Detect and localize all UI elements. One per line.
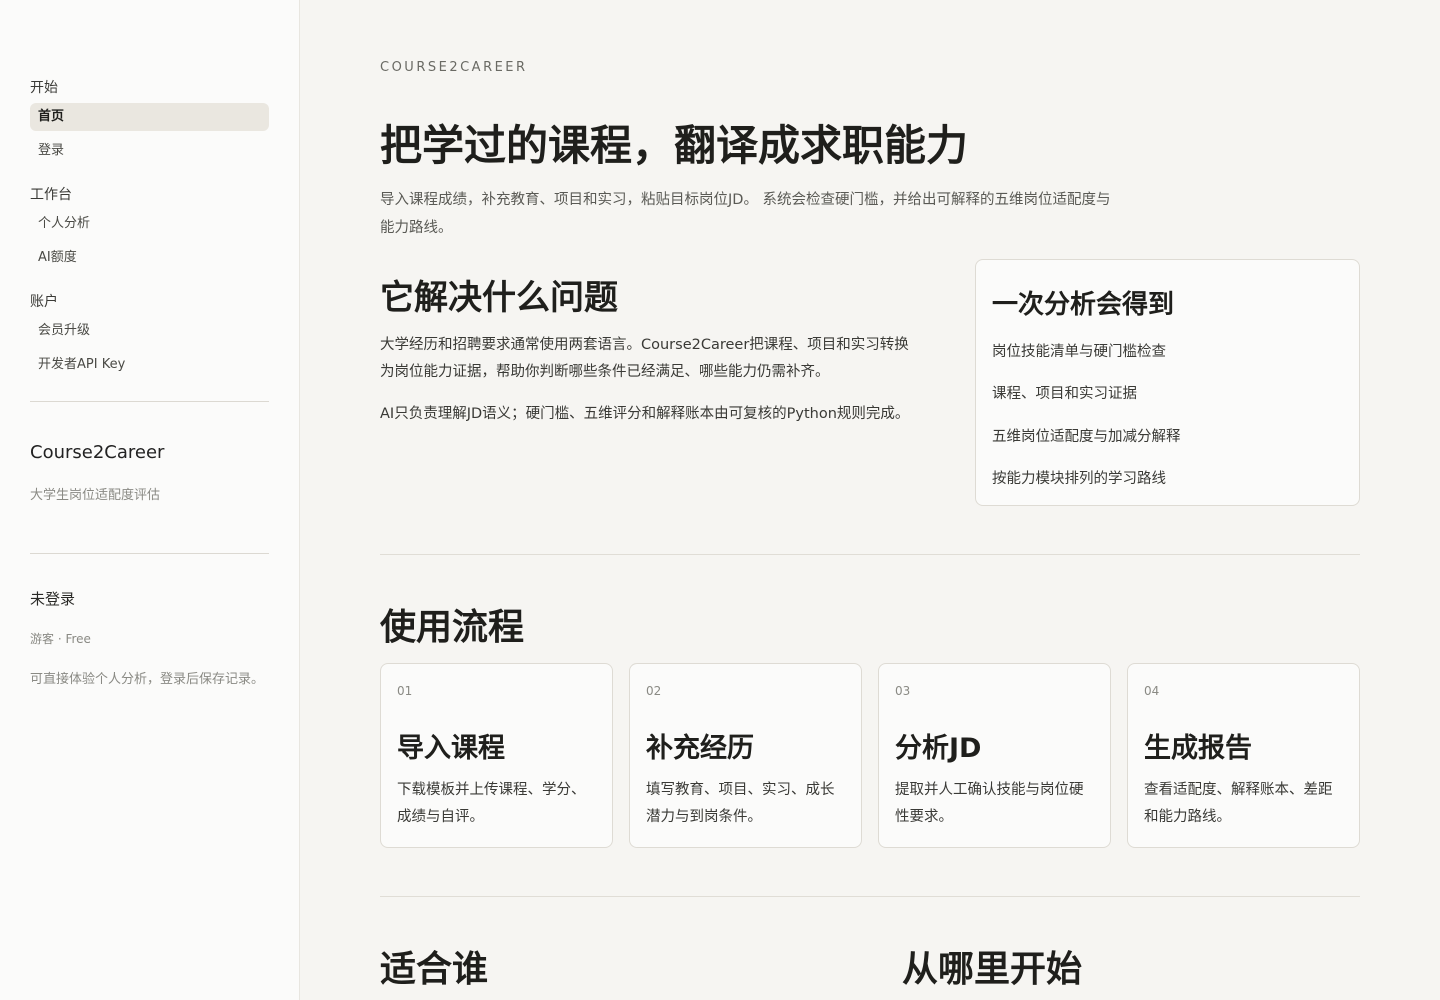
brand-subtitle: 大学生岗位适配度评估 — [30, 488, 161, 503]
outcome-item: 五维岗位适配度与加减分解释 — [992, 429, 1181, 445]
section-divider — [380, 896, 1360, 897]
sidebar-divider — [30, 553, 269, 554]
step-description: 提取并人工确认技能与岗位硬性要求。 — [895, 782, 1084, 825]
sidebar-divider — [30, 401, 269, 402]
outcome-item: 课程、项目和实习证据 — [992, 386, 1137, 402]
hero-description: 导入课程成绩，补充教育、项目和实习，粘贴目标岗位JD。 系统会检查硬门槛，并给出… — [380, 192, 1111, 236]
nav-item-membership-upgrade[interactable]: 会员升级 — [30, 317, 269, 345]
audience-title: 适合谁 — [380, 949, 489, 990]
nav-item-personal-analysis[interactable]: 个人分析 — [30, 210, 269, 238]
step-description: 下载模板并上传课程、学分、成绩与自评。 — [397, 782, 586, 825]
step-number: 03 — [895, 684, 911, 698]
sidebar: 开始 首页 登录 工作台 个人分析 AI额度 账户 会员升级 开发者API Ke… — [0, 0, 300, 1000]
hero-title: 把学过的课程，翻译成求职能力 — [380, 121, 969, 170]
getting-started-title: 从哪里开始 — [902, 949, 1083, 990]
nav-section-workspace: 工作台 — [30, 187, 72, 203]
problem-paragraph: AI只负责理解JD语义；硬门槛、五维评分和解释账本由可复核的Python规则完成… — [380, 406, 910, 422]
brand-name: Course2Career — [30, 442, 165, 463]
nav-item-login[interactable]: 登录 — [30, 137, 269, 165]
step-number: 01 — [397, 684, 413, 698]
main-content: COURSE2CAREER 把学过的课程，翻译成求职能力 导入课程成绩，补充教育… — [300, 0, 1440, 1000]
step-number: 04 — [1144, 684, 1160, 698]
problem-paragraph: 大学经历和招聘要求通常使用两套语言。Course2Career把课程、项目和实习… — [380, 337, 909, 380]
hero-eyebrow: COURSE2CAREER — [380, 60, 528, 75]
problem-title: 它解决什么问题 — [380, 278, 618, 318]
step-card-analyze-jd[interactable]: 03 分析JD 提取并人工确认技能与岗位硬性要求。 — [878, 663, 1111, 848]
step-card-generate-report[interactable]: 04 生成报告 查看适配度、解释账本、差距和能力路线。 — [1127, 663, 1360, 848]
flow-title: 使用流程 — [380, 607, 525, 648]
nav-section-account: 账户 — [30, 294, 58, 310]
section-divider — [380, 554, 1360, 555]
step-title: 导入课程 — [397, 733, 505, 764]
outcome-title: 一次分析会得到 — [992, 290, 1175, 320]
outcome-card: 一次分析会得到 岗位技能清单与硬门槛检查 课程、项目和实习证据 五维岗位适配度与… — [975, 259, 1360, 506]
step-card-add-experience[interactable]: 02 补充经历 填写教育、项目、实习、成长潜力与到岗条件。 — [629, 663, 862, 848]
step-number: 02 — [646, 684, 662, 698]
step-description: 查看适配度、解释账本、差距和能力路线。 — [1144, 782, 1333, 825]
step-card-import-courses[interactable]: 01 导入课程 下载模板并上传课程、学分、成绩与自评。 — [380, 663, 613, 848]
step-title: 分析JD — [895, 733, 982, 764]
nav-item-developer-api-key[interactable]: 开发者API Key — [30, 351, 269, 379]
step-title: 补充经历 — [646, 733, 754, 764]
nav-item-ai-quota[interactable]: AI额度 — [30, 244, 269, 272]
step-title: 生成报告 — [1144, 733, 1252, 764]
user-tier: 游客 · Free — [30, 632, 91, 646]
step-description: 填写教育、项目、实习、成长潜力与到岗条件。 — [646, 782, 835, 825]
outcome-item: 按能力模块排列的学习路线 — [992, 471, 1166, 487]
user-status: 未登录 — [30, 590, 76, 608]
nav-section-start: 开始 — [30, 80, 58, 96]
nav-item-home[interactable]: 首页 — [30, 103, 269, 131]
outcome-item: 岗位技能清单与硬门槛检查 — [992, 344, 1166, 360]
user-note: 可直接体验个人分析，登录后保存记录。 — [30, 672, 265, 687]
